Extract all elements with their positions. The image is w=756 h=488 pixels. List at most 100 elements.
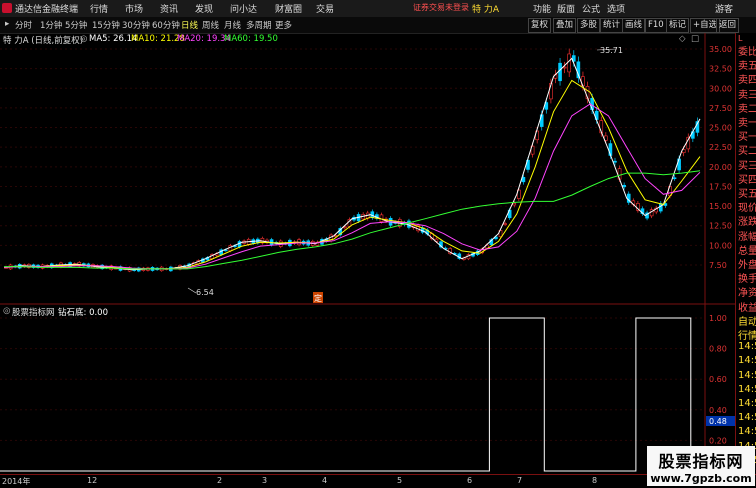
sidebar-item: 行情 (738, 331, 756, 342)
sidebar-item: 买一 (738, 132, 756, 144)
menu-item-trade[interactable]: 交易 (316, 2, 334, 15)
sidebar-item: 现价 (738, 203, 756, 215)
menu-item-market[interactable]: 行情 (90, 2, 108, 15)
sidebar-item: 买五 (738, 189, 756, 200)
price-axis-label: 10.00 (709, 241, 732, 250)
menu-item-news[interactable]: 资讯 (160, 2, 178, 15)
sidebar-item: 卖一 (738, 118, 756, 129)
multi-stock-button[interactable]: 多股 (577, 18, 601, 33)
overlay-button[interactable]: 叠加 (553, 18, 577, 33)
sidebar-item: 14:5 (738, 398, 756, 409)
sidebar-item: 卖五 (738, 61, 756, 73)
ma-line-ma10 (3, 79, 701, 270)
sidebar-top: L (738, 34, 743, 43)
period-5min[interactable]: 5分钟 (65, 19, 87, 31)
month-label: 4 (322, 476, 328, 485)
quote-sidebar: L 委比 卖五 卖四 卖三 卖二 卖一 买一 买二 买三 买四 买五 现价 涨跌 涨幅 总量 外盘 换手 净资 收益… (735, 33, 756, 473)
menu-item-discover[interactable]: 发现 (195, 2, 213, 15)
price-axis-label: 27.50 (709, 104, 732, 113)
candle-body (512, 202, 517, 206)
watermark: 股票指标网 www.7gpzb.com (647, 446, 755, 486)
chart-area[interactable]: 35.00 32.50 30.00 27.50 25.00 22.50 20.00 17.50… (0, 33, 735, 474)
price-axis-label: 12.50 (709, 222, 732, 231)
month-label: 2 (217, 476, 223, 485)
candle-body (613, 160, 617, 163)
sidebar-item: 14:5 (738, 341, 756, 353)
stock-name-title: 特 力A (472, 5, 500, 15)
ma-line-ma60 (4, 170, 701, 270)
menu-item-function[interactable]: 功能 (533, 2, 551, 15)
sidebar-item: 收益 (738, 302, 756, 314)
return-button[interactable]: 返回 (716, 18, 740, 33)
high-annotation: 35.71 (600, 46, 623, 55)
draw-button[interactable]: 画线 (622, 18, 646, 33)
sidebar-item: 买三 (738, 160, 756, 172)
low-pointer (187, 287, 197, 294)
current-value-label: 0.48 (709, 417, 727, 426)
menu-item-wealth[interactable]: 财富圈 (275, 2, 302, 15)
price-axis-label: 22.50 (709, 143, 732, 152)
watermark-title: 股票指标网 (658, 452, 744, 471)
menu-item-options[interactable]: 选项 (607, 2, 625, 15)
adjust-button[interactable]: 复权 (528, 18, 552, 33)
sidebar-item: 涨幅 (738, 231, 756, 243)
guest-label[interactable]: 游客 (715, 2, 733, 15)
candle-body (558, 62, 562, 82)
candle-body (503, 223, 507, 225)
month-label: 12 (87, 476, 98, 485)
watermark-url: www.7gpzb.com (650, 472, 752, 485)
price-axis-label: 32.50 (709, 65, 732, 74)
price-axis-label: 25.00 (709, 124, 732, 133)
toolbar-arrow-icon[interactable]: ▸ (5, 19, 9, 29)
indicator-axis-label: 0.20 (709, 436, 727, 445)
indicator-axis-label: 1.00 (709, 314, 727, 323)
price-axis-label: 30.00 (709, 84, 732, 93)
period-daily[interactable]: 日线 (181, 19, 198, 31)
low-annotation: 6.54 (196, 288, 214, 297)
sidebar-item: 卖四 (738, 75, 756, 87)
app-title: 通达信金融终端 (15, 5, 79, 15)
mark-button[interactable]: 标记 (666, 18, 690, 33)
indicator-axis-label: 0.80 (709, 345, 727, 354)
menu-item-exchange[interactable]: 市场 (125, 2, 143, 15)
period-15min[interactable]: 15分钟 (92, 19, 120, 31)
sidebar-item: 卖三 (738, 89, 756, 101)
candle-body (567, 53, 572, 73)
period-weekly[interactable]: 周线 (202, 19, 219, 31)
period-more[interactable]: 更多 (275, 19, 292, 31)
price-axis-label: 35.00 (709, 45, 732, 54)
period-multi[interactable]: 多周期 (246, 19, 272, 31)
indicator-axis-label: 0.40 (709, 406, 727, 415)
month-label: 8 (592, 476, 598, 485)
sidebar-item: 买二 (738, 146, 756, 158)
sidebar-item: 14:5 (738, 412, 756, 424)
period-toolbar: ▸ 分时 1分钟 5分钟 15分钟 30分钟 60分钟 日线 周线 月线 多周期… (0, 17, 756, 34)
sidebar-item: 14:5 (738, 383, 756, 395)
month-label: 7 (517, 476, 523, 485)
month-label: 2014年 (2, 477, 31, 486)
period-monthly[interactable]: 月线 (224, 19, 241, 31)
f10-button[interactable]: F10 (645, 18, 667, 33)
sidebar-item: 净资 (738, 288, 756, 300)
price-axis-label: 7.50 (709, 261, 727, 270)
sidebar-item: 14:5 (738, 426, 756, 438)
menu-item-ask[interactable]: 问小达 (230, 2, 257, 15)
stats-button[interactable]: 统计 (600, 18, 624, 33)
price-axis-label: 20.00 (709, 163, 732, 172)
menu-item-formula[interactable]: 公式 (582, 2, 600, 15)
login-warning[interactable]: 证券交易未登录 (413, 2, 469, 13)
price-axis-label: 15.00 (709, 202, 732, 211)
period-60min[interactable]: 60分钟 (152, 19, 180, 31)
month-label: 6 (467, 476, 473, 485)
sidebar-item: 外盘 (738, 260, 756, 271)
period-intraday[interactable]: 分时 (15, 19, 32, 31)
period-1min[interactable]: 1分钟 (40, 19, 62, 31)
sidebar-item: 卖二 (738, 103, 756, 115)
price-axis-label: 17.50 (709, 182, 732, 191)
period-30min[interactable]: 30分钟 (122, 19, 150, 31)
diamond-bottom-line (0, 317, 710, 472)
menu-item-layout[interactable]: 版面 (557, 2, 575, 15)
sidebar-item: 涨跌 (738, 217, 756, 229)
app-logo-icon (2, 3, 12, 13)
candle-body (622, 184, 626, 188)
